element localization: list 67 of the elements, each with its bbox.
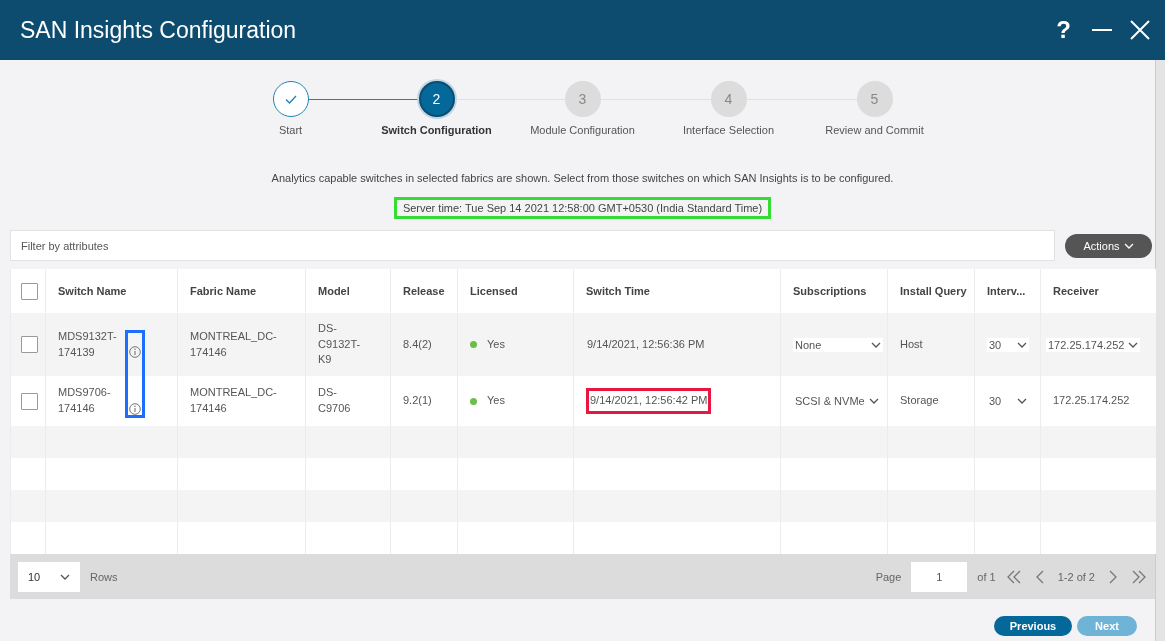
caret-icon <box>60 573 70 580</box>
rows-label: Rows <box>90 570 118 583</box>
first-page-icon[interactable] <box>1005 569 1022 584</box>
server-time: Server time: Tue Sep 14 2021 12:58:00 GMT+0530 (India Standard Time) <box>393 197 772 219</box>
column-header[interactable]: Licensed <box>470 285 518 297</box>
actions-button[interactable]: Actions <box>1065 233 1152 258</box>
column-header[interactable]: Switch Name <box>58 285 127 297</box>
page-count: of 1 <box>977 570 996 583</box>
column-header[interactable]: Release <box>403 285 445 297</box>
checkbox[interactable] <box>21 336 38 353</box>
column-header[interactable]: Switch Time <box>586 285 650 297</box>
caret-icon <box>1128 341 1139 348</box>
step-circle[interactable]: 2 <box>418 81 455 117</box>
interval-dropdown[interactable]: 30 <box>987 394 1029 408</box>
step-label: Review and Commit <box>824 124 925 136</box>
table-cell: 9.2(1) <box>403 394 432 407</box>
table-cell-text: 9/14/2021, 12:56:36 PM <box>586 336 706 352</box>
subscription-dropdown[interactable]: SCSI & NVMe <box>793 394 881 408</box>
step-label: Start <box>277 124 304 136</box>
caret-icon <box>1017 398 1027 404</box>
checkbox[interactable] <box>21 282 38 300</box>
page-size-dropdown[interactable]: 10 <box>18 561 80 592</box>
column-header[interactable]: Receiver <box>1053 285 1099 297</box>
page-label: Page <box>875 570 902 583</box>
help-button[interactable]: ? <box>1052 16 1075 44</box>
check-icon <box>284 94 297 104</box>
table-cell: DS-C9706 <box>318 386 351 414</box>
column-header[interactable]: Fabric Name <box>190 285 257 297</box>
table-cell: 172.25.174.252 <box>1053 394 1130 407</box>
step-label: Switch Configuration <box>380 124 493 136</box>
table-cell: Storage <box>900 394 939 407</box>
step-circle[interactable] <box>272 81 309 117</box>
table-cell: DS-C9132T-K9 <box>318 321 361 366</box>
interval-dropdown[interactable]: 30 <box>987 337 1029 352</box>
table-cell: 8.4(2) <box>403 337 432 350</box>
last-page-icon[interactable] <box>1131 569 1147 584</box>
step-label: Interface Selection <box>681 124 776 136</box>
scrollbar[interactable] <box>1155 60 1165 641</box>
window-title: SAN Insights Configuration <box>20 16 297 44</box>
close-icon[interactable] <box>1129 19 1151 41</box>
caret-icon <box>871 341 881 348</box>
table-cell: 9/14/2021, 12:56:42 PM <box>586 388 712 414</box>
receiver-dropdown[interactable]: 172.25.174.252 <box>1046 337 1141 352</box>
table-cell: MONTREAL_DC-174146 <box>190 329 277 358</box>
info-icon[interactable] <box>129 402 141 415</box>
table-cell: Host <box>900 337 923 350</box>
info-icon[interactable] <box>129 346 141 359</box>
column-header[interactable]: Interv... <box>987 285 1026 297</box>
table-cell: MONTREAL_DC-174146 <box>190 386 277 414</box>
description-text: Analytics capable switches in selected fabrics are shown. Select from those switches on which SAN Insights is to be configured. <box>270 172 895 184</box>
table-cell: Yes <box>487 393 505 409</box>
table-cell-text: Yes <box>487 336 505 352</box>
filter-field[interactable]: Filter by attributes <box>10 230 1055 261</box>
step-label: Module Configuration <box>529 124 636 136</box>
caret-icon <box>1123 242 1134 249</box>
subscription-dropdown[interactable]: None <box>793 337 883 352</box>
wizard-button[interactable]: Previous <box>994 616 1072 636</box>
column-header[interactable]: Install Query <box>900 285 967 297</box>
caret-icon <box>1017 341 1027 348</box>
table-cell-text: MDS9132T-174139 <box>58 328 118 360</box>
table-cell-text: MDS9706-174146 <box>58 385 112 416</box>
column-header[interactable]: Subscriptions <box>793 285 867 297</box>
checkbox[interactable] <box>21 392 38 410</box>
column-header[interactable]: Model <box>318 285 350 297</box>
page-range: 1-2 of 2 <box>1057 570 1095 583</box>
caret-icon <box>868 398 879 404</box>
page-field[interactable]: 1 <box>911 561 968 592</box>
